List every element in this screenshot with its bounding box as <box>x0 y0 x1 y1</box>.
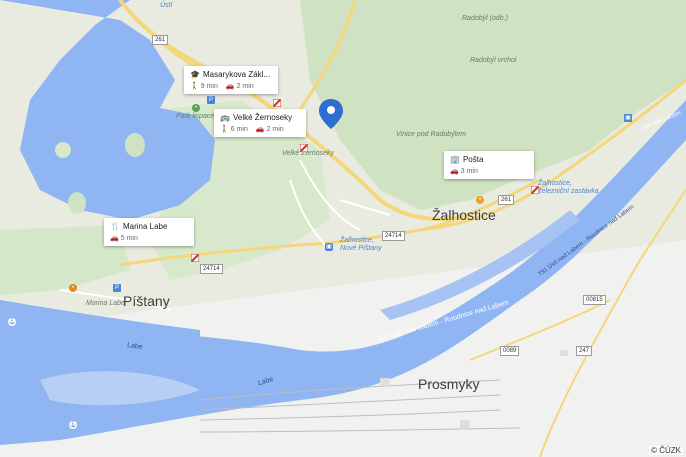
car-icon: 🚗 <box>225 83 235 90</box>
poi-card-title: Pošta <box>462 155 484 164</box>
restaurant-icon[interactable]: • <box>69 284 77 292</box>
parking-icon[interactable]: P <box>207 96 215 104</box>
road-shield-24714: 24714 <box>200 264 223 274</box>
drive-time: 5 min <box>120 234 138 242</box>
poi-card-posta[interactable]: 🏢 Pošta 🚗 3 min <box>444 151 534 179</box>
poi-card-marina-labe[interactable]: 🍴 Marina Labe 🚗 5 min <box>104 218 194 246</box>
poi-card-title: Marina Labe <box>122 222 168 231</box>
car-icon: 🚗 <box>255 126 265 133</box>
drive-time: 2 min <box>266 125 284 133</box>
map-copyright: © ČÚZK <box>649 446 683 455</box>
bus-stop-icon[interactable]: ▣ <box>624 114 632 122</box>
park-icon[interactable]: • <box>192 104 200 112</box>
poi-card-velke-zernoseky[interactable]: 🚌 Velké Žernoseky 🚶 6 min 🚗 2 min <box>214 109 306 137</box>
car-icon: 🚗 <box>450 168 459 175</box>
route-marker-icon <box>299 139 309 153</box>
map-base <box>0 0 686 457</box>
place-label-park: Park lispacek <box>176 113 218 120</box>
walk-time: 9 min <box>200 82 218 90</box>
bus-stop-label-nove-pistany[interactable]: Žalhostice, Nové Píštany <box>340 237 382 253</box>
food-icon[interactable]: • <box>476 196 484 204</box>
post-office-icon: 🏢 <box>450 155 460 164</box>
poi-card-title: Masarykova Zákl... <box>202 70 271 79</box>
place-label-usti: Ústí <box>160 2 173 9</box>
place-label-marina-labe: Marina Labe <box>86 300 125 307</box>
walk-time: 6 min <box>230 125 248 133</box>
anchor-icon[interactable]: ⚓ <box>69 421 77 429</box>
road-shield-247: 247 <box>576 346 593 356</box>
poi-card-title: Velké Žernoseky <box>232 113 293 122</box>
walk-icon: 🚶 <box>220 126 229 133</box>
parking-icon[interactable]: P <box>113 284 121 292</box>
location-pin-icon[interactable] <box>319 99 343 129</box>
bus-stop-icon[interactable]: ▣ <box>325 243 333 251</box>
road-shield-261: 261 <box>498 195 515 205</box>
place-label-vinice: Vinice pod Radobýlem <box>396 131 466 138</box>
map-canvas[interactable]: 261 261 24714 24714 00815 0089 247 Žalho… <box>0 0 686 457</box>
route-marker-icon <box>190 249 200 263</box>
road-shield-0089: 0089 <box>500 346 520 356</box>
poi-card-masarykova[interactable]: 🎓 Masarykova Zákl... 🚶 9 min 🚗 2 min <box>184 66 278 94</box>
town-label-zalhostice[interactable]: Žalhostice <box>432 207 496 223</box>
route-marker-icon <box>272 94 282 108</box>
walk-icon: 🚶 <box>190 83 199 90</box>
drive-time: 2 min <box>236 82 254 90</box>
place-label-radobyl-odb: Radobýl (odb.) <box>462 15 508 22</box>
road-shield-261: 261 <box>152 35 169 45</box>
road-shield-00815: 00815 <box>583 295 606 305</box>
bus-icon: 🚌 <box>220 113 230 122</box>
road-shield-24714: 24714 <box>382 231 405 241</box>
school-icon: 🎓 <box>190 70 200 79</box>
car-icon: 🚗 <box>110 235 119 242</box>
town-label-prosmyky[interactable]: Prosmyky <box>418 376 479 392</box>
restaurant-icon: 🍴 <box>110 222 120 231</box>
route-marker-icon <box>530 181 540 195</box>
drive-time: 3 min <box>460 167 478 175</box>
train-stop-label-zalhostice[interactable]: Žalhostice, železniční zastávka <box>538 180 599 196</box>
marina-icon[interactable]: ⚓ <box>8 318 16 326</box>
town-label-pistany[interactable]: Píštany <box>123 293 170 309</box>
place-label-radobyl-vrchol: Radobýl vrchol <box>470 57 517 64</box>
